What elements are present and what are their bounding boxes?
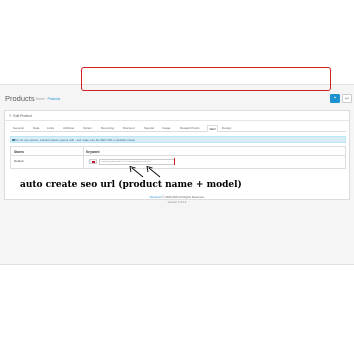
admin-screen: Products Home›Products ▪ ↩ ✎ Edit Product…: [0, 84, 354, 265]
seo-keyword-input[interactable]: samsung-galaxy-tab-10-1-samsung-galaxy-t…: [99, 158, 175, 165]
back-button[interactable]: ↩: [342, 94, 352, 103]
tab-discount[interactable]: Discount: [123, 126, 135, 132]
column-header-stores: Stores: [14, 149, 24, 154]
product-tabs: General Data Links Attribute Option Recu…: [10, 125, 346, 132]
column-divider: [83, 147, 84, 168]
page-header: Products Home›Products ▪ ↩: [4, 93, 352, 109]
tab-data[interactable]: Data: [33, 126, 39, 132]
annotation-caption: auto create seo url (product name + mode…: [20, 180, 242, 190]
seo-table: Stores Keyword Default samsung-galaxy-ta…: [10, 146, 346, 169]
page-title: Products: [5, 94, 35, 103]
info-alert: Do not use spaces, instead replace space…: [10, 136, 346, 143]
alert-text: Do not use spaces, instead replace space…: [15, 138, 136, 142]
breadcrumb-separator: ›: [45, 97, 47, 101]
tab-image[interactable]: Image: [162, 126, 170, 132]
breadcrumb-products[interactable]: Products: [48, 97, 61, 101]
info-circle-icon: [12, 138, 15, 142]
tab-general[interactable]: General: [13, 126, 24, 132]
store-name: Default: [14, 159, 24, 163]
footer-copyright: OpenCart © 2009-2024 All Rights Reserved…: [0, 195, 354, 199]
tab-reward-points[interactable]: Reward Points: [180, 126, 200, 132]
pencil-icon: ✎: [9, 114, 12, 118]
highlight-box: [81, 67, 331, 91]
footer-brand-link[interactable]: OpenCart: [149, 195, 161, 199]
header-divider: [11, 155, 345, 156]
footer-copyright-text: © 2009-2024 All Rights Reserved.: [161, 195, 205, 199]
tab-attribute[interactable]: Attribute: [63, 126, 74, 132]
save-button[interactable]: ▪: [330, 94, 340, 103]
language-flag-icon: [89, 159, 97, 164]
tab-links[interactable]: Links: [47, 126, 54, 132]
panel-heading: ✎ Edit Product: [5, 111, 349, 121]
breadcrumb-home[interactable]: Home: [36, 97, 45, 101]
keyword-end-marker: [174, 158, 175, 165]
save-icon: ▪: [334, 95, 336, 101]
tab-seo[interactable]: SEO: [207, 125, 219, 132]
column-header-keyword: Keyword: [86, 149, 100, 154]
tab-special[interactable]: Special: [144, 126, 154, 132]
reply-icon: ↩: [344, 96, 350, 102]
footer-version: Version 3.0.2.0: [167, 200, 187, 204]
tab-recurring[interactable]: Recurring: [101, 126, 114, 132]
tab-option[interactable]: Option: [83, 126, 92, 132]
breadcrumb: Home›Products: [36, 97, 60, 101]
panel-heading-label: Edit Product: [13, 114, 32, 118]
tab-design[interactable]: Design: [222, 126, 231, 132]
